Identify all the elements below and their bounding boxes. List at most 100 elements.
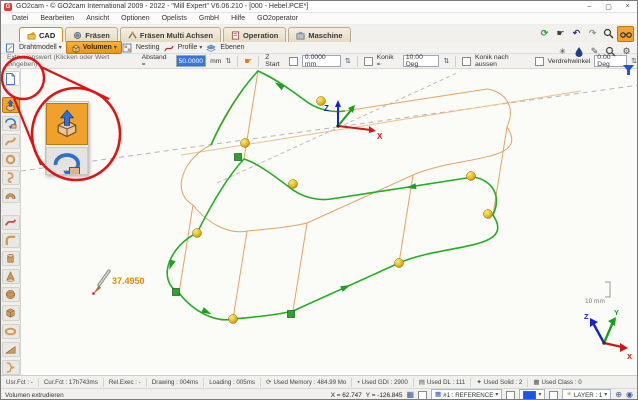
tab-label: Operation [243,31,278,40]
redo-icon[interactable]: ↷ [585,26,600,40]
abstand-input[interactable]: 50.0000 [176,55,207,67]
spinner-icon[interactable]: ⇅ [443,57,449,65]
tab-cad[interactable]: CAD [19,27,63,42]
pick-hand-icon[interactable]: ☛ [553,26,568,40]
new-document-button[interactable] [2,71,20,86]
menu-gmbh[interactable]: GmbH [193,15,225,22]
tab-operation[interactable]: Operation [223,27,286,42]
konik-aussen-label: Konik nach aussen [475,54,531,68]
layer-checkbox[interactable] [549,391,558,400]
brush-icon[interactable]: ✎ [587,44,602,58]
tab-label: CAD [39,31,55,40]
reference-icon: ▦ [435,392,441,399]
close-button[interactable]: × [618,1,637,12]
color-selector[interactable]: ▾ [519,389,545,400]
spinner-icon[interactable]: ⇅ [345,57,351,65]
tab-label: Fräsen [85,31,110,40]
tool-cone[interactable] [2,269,20,284]
construction-line [217,73,457,183]
ribbon-nesting[interactable]: Nesting [132,42,164,53]
tool-hook-solid[interactable] [2,170,20,185]
konik-checkbox[interactable] [364,57,373,66]
reference-checkbox[interactable] [418,391,427,400]
ribbon-drahtmodell[interactable]: Drahtmodell ▾ [15,42,66,53]
gears-icon[interactable]: ⚙ [619,44,634,58]
status-rel-exec: Rel.Exec : - [104,378,147,387]
menu-hilfe[interactable]: Hilfe [225,15,251,22]
tool-box[interactable] [2,305,20,320]
ink-drop-icon[interactable] [571,44,586,58]
undo-icon[interactable]: ↶ [569,26,584,40]
menu-bearbeiten[interactable]: Bearbeiten [34,15,80,22]
menu-go2operator[interactable]: GO2operator [251,15,304,22]
circle-select-icon[interactable]: ◉ [626,391,633,399]
menu-ansicht[interactable]: Ansicht [80,15,115,22]
grid-table-icon[interactable]: ▦ [406,391,414,399]
minimize-button[interactable]: – [580,1,599,12]
tool-revolve-volume[interactable] [2,116,20,131]
zstart-checkbox[interactable] [289,57,298,66]
solid-tools-sidebar [1,69,21,375]
tool-extrude-volume[interactable] [2,97,20,112]
viewport-canvas[interactable]: Z X 37.4950 10 mm [21,69,638,375]
flyout-revolve-button[interactable] [46,147,88,175]
spinner-icon[interactable]: ⇅ [225,57,231,65]
maximize-button[interactable]: ▢ [599,1,618,12]
cylinder-icon [4,252,17,265]
reference-selector[interactable]: ▦ #1 : REFERENCE ▾ [431,389,502,400]
filter-funnel-icon[interactable] [622,64,636,78]
tab-maschine[interactable]: Maschine [288,27,350,42]
scale-ruler: 10 mm [585,282,610,305]
nesting-icon[interactable] [122,43,132,53]
tool-wedge[interactable] [2,342,20,357]
new-sketch-icon[interactable] [5,43,15,53]
tool-helix[interactable] [2,360,20,375]
ribbon-label: Volumen [83,44,112,51]
tab-fraesen[interactable]: Fräsen [65,27,118,42]
active-command-label: Volumen extrudieren [5,392,64,399]
magnifier-icon[interactable] [603,44,618,58]
torus-icon [4,325,17,338]
tool-sphere[interactable] [2,287,20,302]
tool-torus[interactable] [2,324,20,339]
konik-input[interactable]: 10.00 Deg [403,55,439,67]
konik-aussen-checkbox[interactable] [462,57,471,66]
tool-sweep-solid[interactable] [2,134,20,149]
zstart-input[interactable]: 0.0000 mm [302,55,341,67]
ribbon-label: Nesting [136,44,160,51]
app-logo-icon: G [4,3,12,11]
memory-icon: ⟳ [266,378,271,386]
glasses-view-icon[interactable] [617,26,634,42]
status-used-class: ▦Used Class : 0 [528,378,586,387]
menu-opelists[interactable]: Opelists [156,15,193,22]
profile-icon[interactable] [164,43,174,53]
status-used-memory: ⟳Used Memory : 484.99 Mo [261,378,352,387]
flyout-extrude-button[interactable] [46,103,88,145]
cursor-x-coordinate: X = 62.747 [331,392,362,399]
base-contour [167,159,498,320]
selected-profile-path[interactable] [167,71,498,320]
performance-status-bar: Usr.Fct : - Cur.Fct : 17h743ms Rel.Exec … [1,375,637,388]
ribbon-profile[interactable]: Profile ▾ [174,42,207,53]
color-checkbox[interactable] [506,391,515,400]
menu-optionen[interactable]: Optionen [115,15,155,22]
tool-swoosh-solid[interactable] [2,215,20,230]
zoom-search-icon[interactable] [601,26,616,40]
target-icon[interactable]: ⊕ [615,391,622,399]
refresh-icon[interactable]: ⟳ [537,26,552,40]
view-orientation-triad: Z Y X [584,308,632,361]
pick-value-icon[interactable]: ☛ [244,56,252,67]
menu-datei[interactable]: Datei [6,15,34,22]
verdreh-label: Verdrehwinkel [548,58,591,65]
3d-viewport[interactable]: Z X 37.4950 10 mm [21,69,638,375]
tool-ring-solid[interactable] [2,152,20,167]
ribbon-ebenen[interactable]: Ebenen [216,42,248,53]
tab-fraesen-multi-achsen[interactable]: Fräsen Multi Achsen [120,27,221,42]
ribbon-volumen[interactable]: Volumen ▾ [66,41,122,54]
tool-elbow-pipe[interactable] [2,233,20,248]
tool-shell-solid[interactable] [2,188,20,203]
tool-cylinder[interactable] [2,251,20,266]
layer-selector[interactable]: ✳ LAYER : 1 ▾ [562,389,611,400]
layers-icon[interactable] [206,43,216,53]
atom-icon[interactable]: ✳ [555,44,570,58]
